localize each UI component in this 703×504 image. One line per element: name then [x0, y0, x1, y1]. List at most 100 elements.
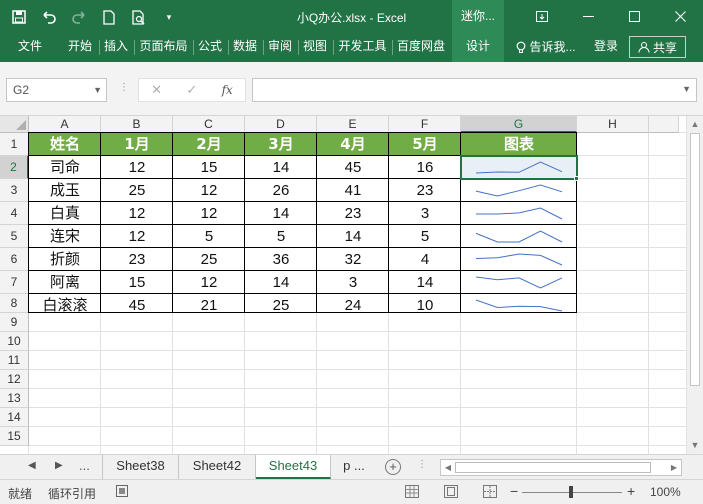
ribbon-display-icon[interactable] [519, 0, 565, 33]
row-header-3[interactable]: 3 [0, 179, 29, 202]
scroll-down-icon[interactable]: ▼ [687, 437, 703, 453]
scroll-up-icon[interactable]: ▲ [687, 116, 703, 132]
worksheet-grid[interactable]: A B C D E F G H 1 2 3 4 5 6 7 8 9 10 11 12 13 14 15 姓名 1月 2月 3月 4月 5… [0, 116, 703, 454]
share-button[interactable]: 共享 [629, 36, 686, 58]
table-cell-value[interactable]: 14 [245, 156, 317, 179]
tab-insert[interactable]: 插入 [101, 33, 131, 62]
row-header-4[interactable]: 4 [0, 202, 29, 225]
tell-me-box[interactable]: 告诉我... [510, 33, 582, 62]
sparkline-row-7[interactable] [475, 276, 563, 289]
tab-file[interactable]: 文件 [8, 33, 52, 62]
table-cell-value[interactable]: 45 [101, 294, 173, 317]
more-sheets-left[interactable]: ... [79, 458, 90, 473]
sparkline-row-8[interactable] [475, 299, 563, 312]
table-cell-value[interactable]: 5 [245, 225, 317, 248]
table-cell-name[interactable]: 白真 [29, 202, 101, 225]
table-cell-value[interactable]: 25 [245, 294, 317, 317]
table-cell-value[interactable]: 12 [173, 179, 245, 202]
table-cell-value[interactable]: 45 [317, 156, 389, 179]
column-header-a[interactable]: A [29, 116, 101, 133]
table-cell-value[interactable]: 41 [317, 179, 389, 202]
row-header-5[interactable]: 5 [0, 225, 29, 248]
row-header-1[interactable]: 1 [0, 133, 29, 156]
tab-review[interactable]: 审阅 [265, 33, 295, 62]
row-header-15[interactable]: 15 [0, 427, 29, 446]
table-cell-value[interactable]: 36 [245, 248, 317, 271]
insert-function-icon[interactable]: fx [222, 83, 233, 97]
macro-record-icon[interactable] [116, 485, 128, 500]
scroll-right-icon[interactable]: ▶ [667, 460, 681, 475]
table-cell-value[interactable]: 21 [173, 294, 245, 317]
horizontal-scrollbar[interactable]: ◀ ▶ [440, 459, 682, 476]
table-cell-value[interactable]: 14 [389, 271, 461, 294]
name-box[interactable]: G2 ▼ [6, 78, 107, 102]
table-cell-name[interactable]: 白滚滚 [29, 294, 101, 317]
table-cell-value[interactable]: 25 [101, 179, 173, 202]
table-cell-value[interactable]: 12 [101, 225, 173, 248]
scroll-left-icon[interactable]: ◀ [441, 460, 455, 475]
table-cell-value[interactable]: 23 [101, 248, 173, 271]
table-cell-value[interactable]: 25 [173, 248, 245, 271]
prev-sheet-icon[interactable]: ◀ [28, 460, 36, 471]
page-break-view-icon[interactable] [483, 485, 497, 498]
table-cell-value[interactable]: 26 [245, 179, 317, 202]
table-cell-value[interactable]: 4 [389, 248, 461, 271]
table-cell-value[interactable]: 23 [317, 202, 389, 225]
row-header-11[interactable]: 11 [0, 351, 29, 370]
row-header-7[interactable]: 7 [0, 271, 29, 294]
sheet-tab-p[interactable]: p ... [331, 455, 377, 479]
sparkline-row-5[interactable] [475, 230, 563, 243]
vertical-scroll-thumb[interactable] [690, 133, 700, 386]
tab-view[interactable]: 视图 [300, 33, 330, 62]
row-header-13[interactable]: 13 [0, 389, 29, 408]
formula-bar-grip-icon[interactable]: ⋮ [119, 82, 129, 93]
vertical-scrollbar[interactable]: ▲ ▼ [686, 116, 703, 454]
row-header-6[interactable]: 6 [0, 248, 29, 271]
table-cell-value[interactable]: 5 [173, 225, 245, 248]
normal-view-icon[interactable] [405, 485, 419, 498]
table-cell-value[interactable]: 3 [317, 271, 389, 294]
table-cell-value[interactable]: 15 [173, 156, 245, 179]
tab-home[interactable]: 开始 [64, 33, 96, 62]
column-header-c[interactable]: C [173, 116, 245, 133]
close-icon[interactable] [657, 0, 703, 33]
maximize-icon[interactable] [611, 0, 657, 33]
login-link[interactable]: 登录 [589, 33, 623, 62]
sparkline-row-3[interactable] [475, 184, 563, 197]
column-header-f[interactable]: F [389, 116, 461, 133]
add-sheet-icon[interactable]: + [385, 459, 401, 475]
row-header-12[interactable]: 12 [0, 370, 29, 389]
table-cell-name[interactable]: 成玉 [29, 179, 101, 202]
zoom-out-icon[interactable]: − [510, 483, 518, 499]
table-cell-value[interactable]: 12 [101, 202, 173, 225]
sparkline-row-6[interactable] [475, 253, 563, 266]
column-header-h[interactable]: H [577, 116, 649, 133]
table-cell-value[interactable]: 15 [101, 271, 173, 294]
column-header-b[interactable]: B [101, 116, 173, 133]
table-cell-name[interactable]: 阿离 [29, 271, 101, 294]
cancel-icon[interactable]: ✕ [151, 82, 162, 98]
sparkline-row-4[interactable] [475, 207, 563, 220]
expand-formula-bar-icon[interactable]: ▼ [682, 84, 691, 94]
table-cell-value[interactable]: 12 [173, 202, 245, 225]
select-all-corner[interactable] [0, 116, 29, 133]
tab-developer[interactable]: 开发工具 [335, 33, 390, 62]
row-header-8[interactable]: 8 [0, 294, 29, 313]
table-cell-value[interactable]: 24 [317, 294, 389, 317]
table-cell-value[interactable]: 5 [389, 225, 461, 248]
table-cell-value[interactable]: 3 [389, 202, 461, 225]
table-cell-value[interactable]: 23 [389, 179, 461, 202]
zoom-in-icon[interactable]: + [627, 483, 635, 499]
table-cell-value[interactable]: 14 [245, 271, 317, 294]
sparkline-context-tab[interactable]: 迷你... [452, 0, 504, 33]
sheet-tab-sheet42[interactable]: Sheet42 [179, 455, 256, 479]
table-cell-value[interactable]: 14 [317, 225, 389, 248]
row-header-10[interactable]: 10 [0, 332, 29, 351]
tab-baidu-netdisk[interactable]: 百度网盘 [394, 33, 448, 62]
horizontal-scroll-thumb[interactable] [455, 462, 651, 473]
table-cell-name[interactable]: 连宋 [29, 225, 101, 248]
row-header-9[interactable]: 9 [0, 313, 29, 332]
zoom-slider-knob[interactable] [569, 486, 573, 498]
zoom-level[interactable]: 100% [650, 485, 681, 499]
table-cell-value[interactable]: 32 [317, 248, 389, 271]
